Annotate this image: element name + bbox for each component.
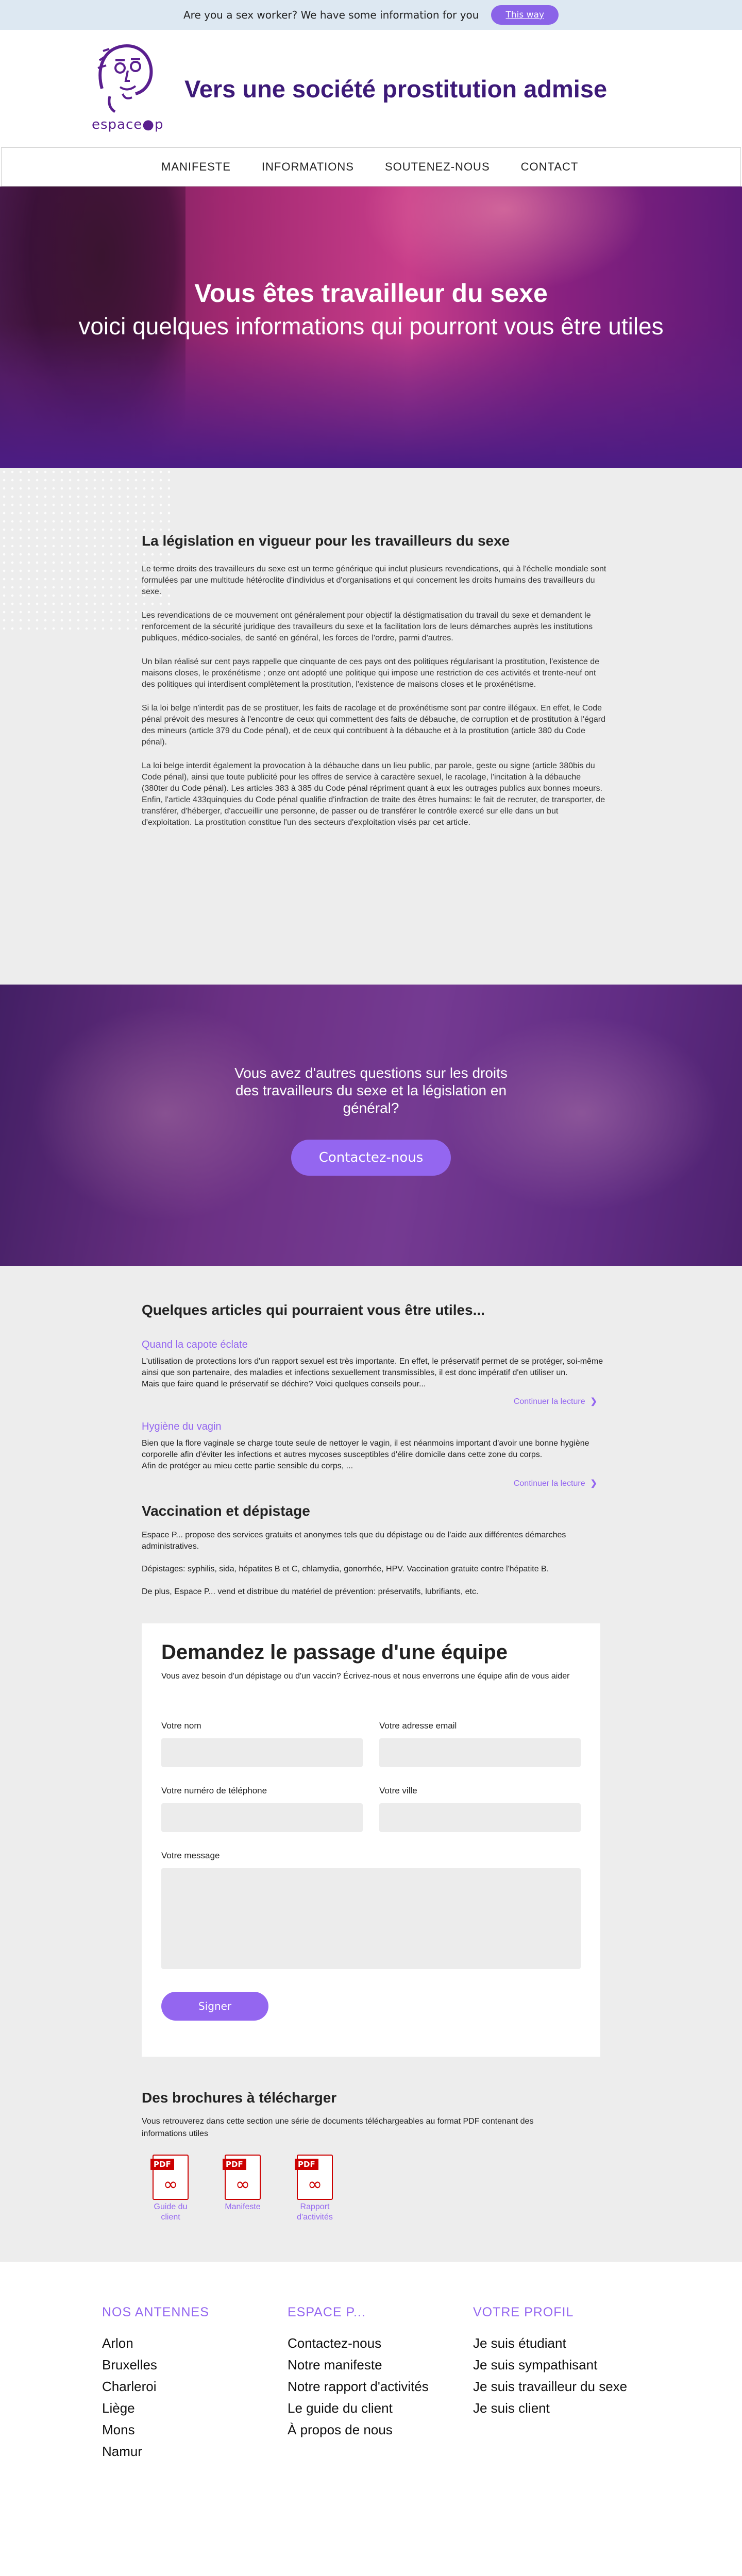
contact-cta-banner: Vous avez d'autres questions sur les dro… bbox=[0, 985, 742, 1266]
logo-text: espace●p bbox=[92, 117, 164, 132]
pdf-icon: PDF ∞ bbox=[150, 2155, 189, 2200]
email-input[interactable] bbox=[379, 1738, 581, 1767]
footer-link[interactable]: Mons bbox=[102, 2419, 288, 2441]
site-title: Vers une société prostitution admise bbox=[184, 75, 608, 103]
banner-text: Are you a sex worker? We have some infor… bbox=[183, 9, 479, 21]
brochure-download[interactable]: PDF ∞ Manifeste bbox=[217, 2155, 268, 2223]
read-more-link[interactable]: Continuer la lecture ❯ bbox=[142, 1396, 597, 1406]
this-way-button[interactable]: This way bbox=[491, 5, 559, 25]
form-intro: Vous avez besoin d'un dépistage ou d'un … bbox=[161, 1672, 570, 1681]
form-title: Demandez le passage d'une équipe bbox=[161, 1641, 508, 1664]
brochures-title: Des brochures à télécharger bbox=[142, 2090, 337, 2106]
site-header: espace●p Vers une société prostitution a… bbox=[0, 30, 742, 147]
pdf-icon: PDF ∞ bbox=[295, 2155, 333, 2200]
brochure-label[interactable]: Rapport d'activités bbox=[289, 2202, 341, 2223]
vaccination-paragraph: Dépistages: syphilis, sida, hépatites B … bbox=[142, 1565, 549, 1573]
message-label: Votre message bbox=[161, 1851, 220, 1860]
phone-input[interactable] bbox=[161, 1803, 363, 1832]
article-excerpt: Bien que la flore vaginale se charge tou… bbox=[142, 1439, 589, 1470]
phone-label: Votre numéro de téléphone bbox=[161, 1786, 267, 1795]
pdf-icon: PDF ∞ bbox=[223, 2155, 261, 2200]
name-input[interactable] bbox=[161, 1738, 363, 1767]
nav-contact[interactable]: CONTACT bbox=[521, 160, 579, 174]
team-request-form: Demandez le passage d'une équipe Vous av… bbox=[142, 1623, 600, 2057]
footer-link[interactable]: Notre manifeste bbox=[288, 2354, 473, 2376]
sex-worker-banner: Are you a sex worker? We have some infor… bbox=[0, 0, 742, 30]
nav-manifeste[interactable]: MANIFESTE bbox=[161, 160, 231, 174]
footer-link[interactable]: Contactez-nous bbox=[288, 2332, 473, 2354]
footer-link[interactable]: Je suis étudiant bbox=[473, 2332, 638, 2354]
footer-link[interactable]: Le guide du client bbox=[288, 2397, 473, 2419]
footer-link[interactable]: Bruxelles bbox=[102, 2354, 288, 2376]
article-item: Quand la capote éclate L'utilisation de … bbox=[142, 1339, 608, 1406]
main-nav: MANIFESTE INFORMATIONS SOUTENEZ-NOUS CON… bbox=[1, 147, 741, 187]
footer-link[interactable]: Je suis client bbox=[473, 2397, 638, 2419]
legislation-paragraph: Un bilan réalisé sur cent pays rappelle … bbox=[142, 657, 600, 689]
vaccination-paragraph: De plus, Espace P... vend et distribue d… bbox=[142, 1587, 479, 1596]
footer-link[interactable]: Je suis sympathisant bbox=[473, 2354, 638, 2376]
brochures-section: Des brochures à télécharger Vous retrouv… bbox=[142, 2090, 608, 2223]
article-title-link[interactable]: Hygiène du vagin bbox=[142, 1421, 608, 1433]
chevron-right-icon: ❯ bbox=[590, 1479, 597, 1488]
vaccination-title: Vaccination et dépistage bbox=[142, 1503, 310, 1519]
brochures-intro: Vous retrouverez dans cette section une … bbox=[142, 2117, 534, 2138]
footer-link[interactable]: Notre rapport d'activités bbox=[288, 2376, 473, 2397]
cta-text: Vous avez d'autres questions sur les dro… bbox=[234, 1065, 508, 1116]
vaccination-paragraph: Espace P... propose des services gratuit… bbox=[142, 1531, 566, 1551]
read-more-link[interactable]: Continuer la lecture ❯ bbox=[142, 1478, 597, 1488]
chevron-right-icon: ❯ bbox=[590, 1397, 597, 1406]
city-label: Votre ville bbox=[379, 1786, 417, 1795]
submit-button[interactable]: Signer bbox=[161, 1992, 269, 2021]
logo[interactable]: espace●p bbox=[92, 40, 164, 138]
nav-informations[interactable]: INFORMATIONS bbox=[262, 160, 354, 174]
hero-title: Vous êtes travailleur du sexe bbox=[194, 279, 548, 308]
footer-link[interactable]: Arlon bbox=[102, 2332, 288, 2354]
articles-title: Quelques articles qui pourraient vous êt… bbox=[142, 1302, 485, 1318]
legislation-section: La législation en vigueur pour les trava… bbox=[0, 468, 742, 985]
footer-link[interactable]: Namur bbox=[102, 2441, 288, 2462]
hero-banner: Vous êtes travailleur du sexe voici quel… bbox=[0, 187, 742, 468]
nav-soutenez-nous[interactable]: SOUTENEZ-NOUS bbox=[385, 160, 490, 174]
legislation-paragraph: Le terme droits des travailleurs du sexe… bbox=[142, 565, 606, 596]
message-textarea[interactable] bbox=[161, 1868, 581, 1969]
logo-face-icon bbox=[97, 44, 153, 113]
footer-column-antennes: NOS ANTENNES Arlon Bruxelles Charleroi L… bbox=[102, 2305, 288, 2524]
article-item: Hygiène du vagin Bien que la flore vagin… bbox=[142, 1421, 608, 1488]
footer-link[interactable]: Je suis travailleur du sexe bbox=[473, 2376, 638, 2397]
contact-us-button[interactable]: Contactez-nous bbox=[291, 1140, 451, 1176]
email-label: Votre adresse email bbox=[379, 1721, 457, 1731]
hero-subtitle: voici quelques informations qui pourront… bbox=[78, 313, 664, 340]
brochure-download[interactable]: PDF ∞ Rapport d'activités bbox=[289, 2155, 341, 2223]
legislation-paragraph: Si la loi belge n'interdit pas de se pro… bbox=[142, 704, 605, 747]
footer-column-espace-p: ESPACE P... Contactez-nous Notre manifes… bbox=[288, 2305, 473, 2524]
legislation-paragraph: La loi belge interdit également la provo… bbox=[142, 761, 605, 827]
footer-column-profil: VOTRE PROFIL Je suis étudiant Je suis sy… bbox=[473, 2305, 638, 2524]
legislation-title: La législation en vigueur pour les trava… bbox=[142, 533, 510, 549]
footer-column-title: VOTRE PROFIL bbox=[473, 2305, 574, 2319]
name-label: Votre nom bbox=[161, 1721, 201, 1731]
vaccination-block: Vaccination et dépistage Espace P... pro… bbox=[142, 1503, 608, 1598]
legislation-paragraph: Les revendications de ce mouvement ont g… bbox=[142, 611, 593, 642]
brochure-download[interactable]: PDF ∞ Guide du client bbox=[145, 2155, 196, 2223]
brochure-label[interactable]: Manifeste bbox=[217, 2202, 268, 2212]
article-title-link[interactable]: Quand la capote éclate bbox=[142, 1339, 608, 1351]
footer-link[interactable]: Charleroi bbox=[102, 2376, 288, 2397]
brochure-label[interactable]: Guide du client bbox=[145, 2202, 196, 2223]
footer-column-title: ESPACE P... bbox=[288, 2305, 366, 2319]
site-footer: NOS ANTENNES Arlon Bruxelles Charleroi L… bbox=[0, 2262, 742, 2524]
footer-link[interactable]: Liège bbox=[102, 2397, 288, 2419]
city-input[interactable] bbox=[379, 1803, 581, 1832]
articles-section: Quelques articles qui pourraient vous êt… bbox=[0, 1266, 742, 2262]
footer-column-title: NOS ANTENNES bbox=[102, 2305, 209, 2319]
footer-link[interactable]: À propos de nous bbox=[288, 2419, 473, 2441]
article-excerpt: L'utilisation de protections lors d'un r… bbox=[142, 1357, 603, 1388]
